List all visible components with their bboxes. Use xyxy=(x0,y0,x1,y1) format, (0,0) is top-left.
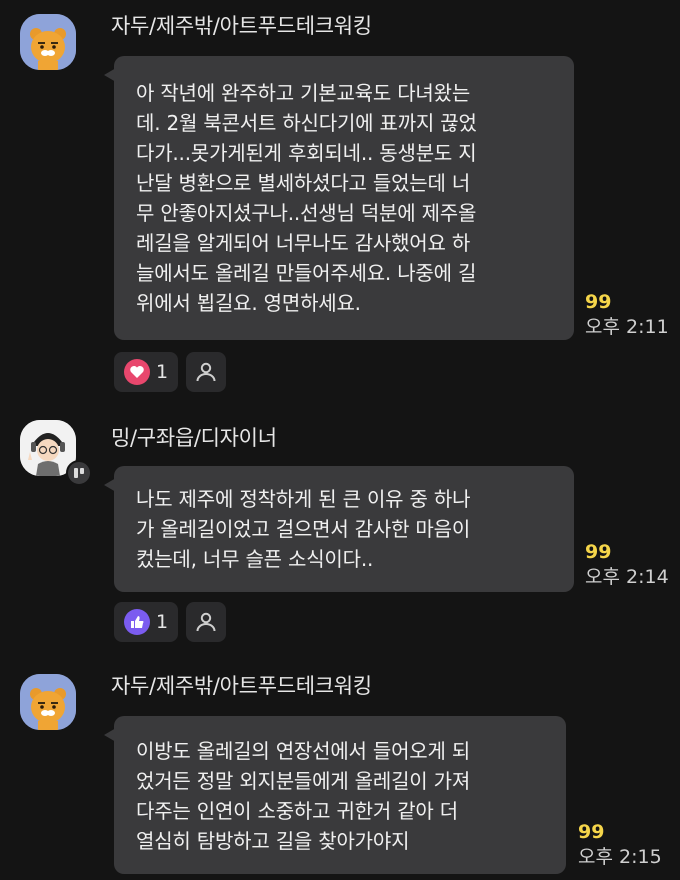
sender-name[interactable]: 자두/제주밖/아트푸드테크워킹 xyxy=(111,10,372,40)
unread-count: 99 xyxy=(585,541,612,563)
thumbs-up-icon xyxy=(123,609,150,635)
message-line: 이방도 올레길의 연장선에서 들어오게 되 xyxy=(136,739,471,763)
heart-icon xyxy=(123,359,150,385)
message-bubble[interactable]: 나도 제주에 정착하게 된 큰 이유 중 하나 가 올레길이었고 걸으면서 감사… xyxy=(104,466,574,592)
person-icon xyxy=(196,612,216,632)
sender-name[interactable]: 자두/제주밖/아트푸드테크워킹 xyxy=(111,670,372,700)
message-line: 컸는데, 너무 슬픈 소식이다.. xyxy=(136,547,374,571)
message-meta: 99 오후 2:14 xyxy=(585,540,669,590)
message-meta: 99 오후 2:15 xyxy=(578,820,662,870)
message-line: 늘에서도 올레길 만들어주세요. 나중에 길 xyxy=(136,261,477,285)
sender-name[interactable]: 밍/구좌읍/디자이너 xyxy=(111,422,277,452)
message-line: 무 안좋아지셨구나..선생님 덕분에 제주올 xyxy=(136,201,477,225)
message-time: 오후 2:11 xyxy=(585,316,669,338)
message-meta: 99 오후 2:11 xyxy=(585,290,669,340)
message-line: 다주는 인연이 소중하고 귀한거 같아 더 xyxy=(136,799,458,823)
reaction-button[interactable]: 1 xyxy=(114,602,178,642)
message-line: 열심히 탐방하고 길을 찾아가야지 xyxy=(136,829,410,853)
message-line: 레길을 알게되어 너무나도 감사했어요 하 xyxy=(136,231,471,255)
ryan-character-icon xyxy=(20,14,76,70)
reaction-count: 1 xyxy=(155,361,169,383)
message-time: 오후 2:15 xyxy=(578,846,662,868)
chat-message: 자두/제주밖/아트푸드테크워킹 아 작년에 완주하고 기본교육도 다녀왔는 데.… xyxy=(0,0,680,400)
unread-count: 99 xyxy=(585,291,612,313)
message-line: 었거든 정말 외지분들에게 올레길이 가져 xyxy=(136,769,471,793)
reaction-button[interactable]: 1 xyxy=(114,352,178,392)
message-line: 가 올레길이었고 걸으면서 감사한 마음이 xyxy=(136,517,471,541)
reaction-users-button[interactable] xyxy=(186,352,226,392)
unread-count: 99 xyxy=(578,821,605,843)
sender-avatar[interactable] xyxy=(20,14,76,70)
ryan-character-icon xyxy=(20,674,76,730)
message-line: 데. 2월 북콘서트 하신다기에 표까지 끊었 xyxy=(136,111,477,135)
reaction-bar: 1 xyxy=(114,602,226,642)
message-time: 오후 2:14 xyxy=(585,566,669,588)
message-bubble[interactable]: 이방도 올레길의 연장선에서 들어오게 되 었거든 정말 외지분들에게 올레길이… xyxy=(104,716,566,874)
person-icon xyxy=(196,362,216,382)
chat-message: 자두/제주밖/아트푸드테크워킹 이방도 올레길의 연장선에서 들어오게 되 었거… xyxy=(0,660,680,880)
message-bubble[interactable]: 아 작년에 완주하고 기본교육도 다녀왔는 데. 2월 북콘서트 하신다기에 표… xyxy=(104,56,574,340)
message-line: 다가...못가게된게 후회되네.. 동생분도 지 xyxy=(136,141,477,165)
message-line: 위에서 뵙길요. 영면하세요. xyxy=(136,291,361,315)
reaction-users-button[interactable] xyxy=(186,602,226,642)
message-line: 나도 제주에 정착하게 된 큰 이유 중 하나 xyxy=(136,487,471,511)
message-line: 난달 병환으로 별세하셨다고 들었는데 너 xyxy=(136,171,471,195)
sender-avatar[interactable] xyxy=(20,674,76,730)
profile-badge-icon xyxy=(66,460,92,486)
reaction-count: 1 xyxy=(155,611,169,633)
message-line: 아 작년에 완주하고 기본교육도 다녀왔는 xyxy=(136,81,471,105)
chat-message: 밍/구좌읍/디자이너 나도 제주에 정착하게 된 큰 이유 중 하나 가 올레길… xyxy=(0,400,680,660)
reaction-bar: 1 xyxy=(114,352,226,392)
